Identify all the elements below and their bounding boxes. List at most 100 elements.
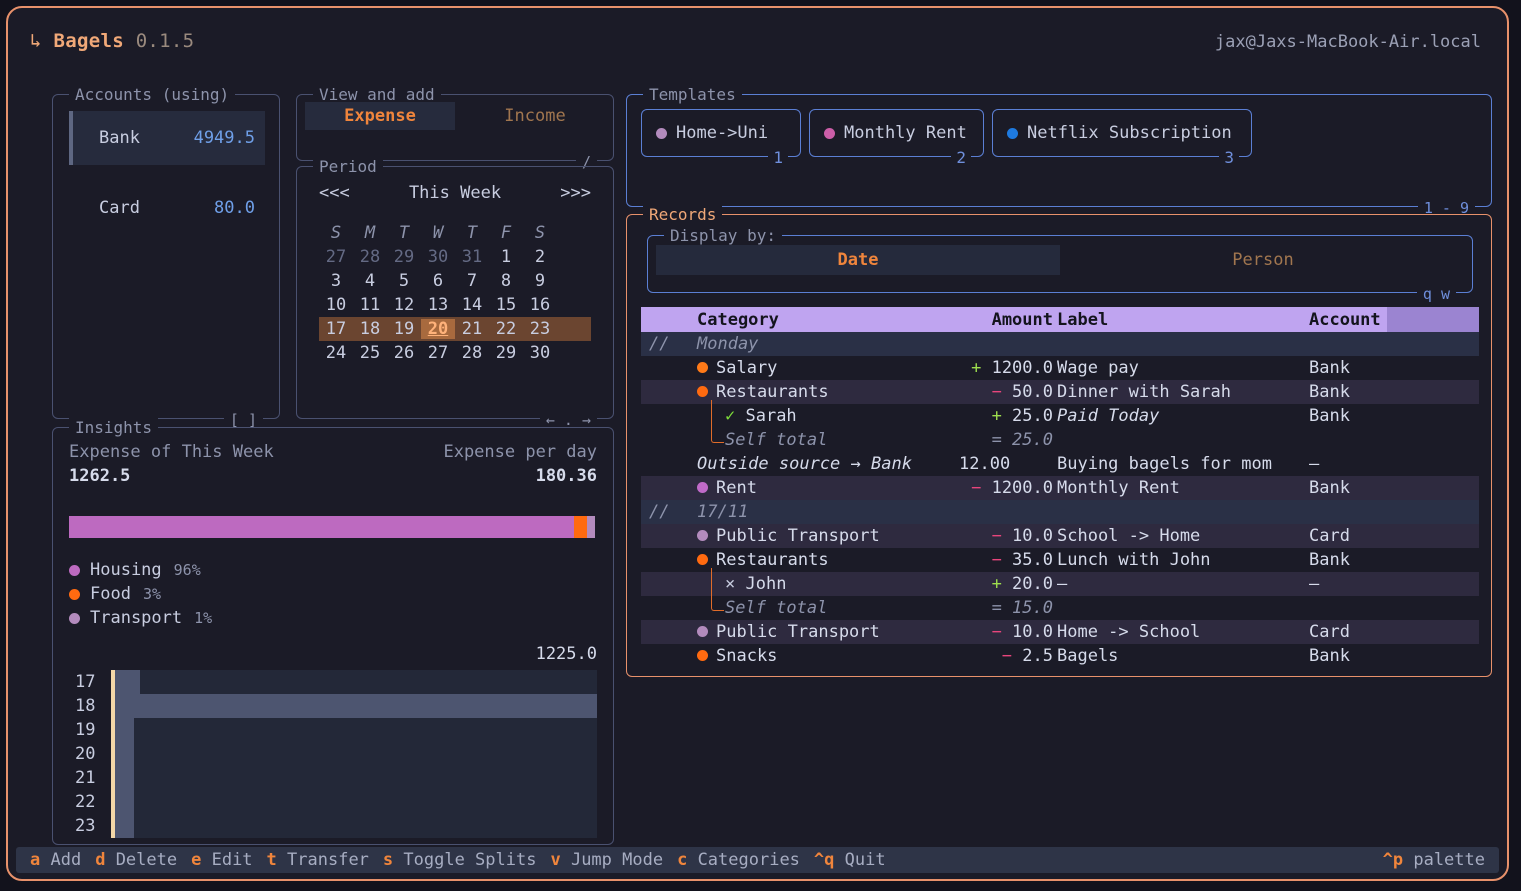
insights-bar-segment-housing	[69, 516, 574, 538]
period-prev-button[interactable]: <<<	[319, 183, 350, 203]
calendar-day-27[interactable]: 27	[319, 247, 353, 267]
amount-value: 35.0	[1012, 550, 1053, 570]
period-next-button[interactable]: >>>	[560, 183, 591, 203]
calendar-week-1[interactable]: 3456789	[319, 269, 591, 293]
calendar-day-28[interactable]: 28	[455, 343, 489, 363]
display-by-tab-person[interactable]: Person	[1060, 245, 1466, 275]
records-table-row[interactable]: Snacks− 2.5BagelsBank	[641, 644, 1479, 668]
records-table-row[interactable]: Public Transport− 10.0Home -> SchoolCard	[641, 620, 1479, 644]
footer-item-transfer[interactable]: t Transfer	[267, 850, 369, 870]
template-button-2[interactable]: Monthly Rent2	[809, 109, 984, 157]
footer-palette-label: palette	[1413, 850, 1485, 870]
calendar-day-3[interactable]: 3	[319, 271, 353, 291]
records-table-row[interactable]: Self total= 15.0	[641, 596, 1479, 620]
calendar[interactable]: SMTWTFS272829303112345678910111213141516…	[319, 221, 591, 365]
template-key-hint: 2	[951, 148, 971, 167]
day-separator-label: 17/11	[697, 502, 748, 522]
calendar-day-29[interactable]: 29	[489, 343, 523, 363]
records-table-row[interactable]: Restaurants− 50.0Dinner with SarahBank	[641, 380, 1479, 404]
chart-track	[115, 790, 597, 814]
amount-value: 25.0	[1012, 430, 1053, 450]
calendar-day-12[interactable]: 12	[387, 295, 421, 315]
chart-track	[115, 718, 597, 742]
template-label: Netflix Subscription	[1027, 123, 1232, 143]
template-button-1[interactable]: Home->Uni1	[641, 109, 801, 157]
records-table-row[interactable]: ✓ Sarah+ 25.0Paid TodayBank	[641, 404, 1479, 428]
calendar-day-17[interactable]: 17	[319, 319, 353, 339]
footer-palette[interactable]: ^p palette	[1383, 850, 1485, 870]
calendar-day-14[interactable]: 14	[455, 295, 489, 315]
calendar-day-16[interactable]: 16	[523, 295, 557, 315]
footer-item-edit[interactable]: e Edit	[191, 850, 252, 870]
calendar-day-24[interactable]: 24	[319, 343, 353, 363]
template-button-3[interactable]: Netflix Subscription3	[992, 109, 1252, 157]
display-by-tab-date[interactable]: Date	[656, 245, 1060, 275]
view-tab-expense[interactable]: Expense	[305, 102, 455, 130]
records-table-row[interactable]: Rent− 1200.0Monthly RentBank	[641, 476, 1479, 500]
category-dot-icon	[697, 362, 708, 373]
account-row-card[interactable]: Card80.0	[69, 181, 265, 235]
calendar-day-30[interactable]: 30	[421, 247, 455, 267]
calendar-day-18[interactable]: 18	[353, 319, 387, 339]
calendar-day-15[interactable]: 15	[489, 295, 523, 315]
calendar-day-6[interactable]: 6	[421, 271, 455, 291]
calendar-day-19[interactable]: 19	[387, 319, 421, 339]
day-separator-prefix: //	[649, 502, 669, 522]
calendar-day-31[interactable]: 31	[455, 247, 489, 267]
records-table-row[interactable]: Salary+ 1200.0Wage payBank	[641, 356, 1479, 380]
footer-item-toggle-splits[interactable]: s Toggle Splits	[383, 850, 537, 870]
calendar-day-7[interactable]: 7	[455, 271, 489, 291]
view-tab-income[interactable]: Income	[463, 102, 607, 130]
period-panel-title: Period	[313, 157, 383, 176]
insights-right-label: Expense per day	[443, 442, 597, 462]
calendar-day-5[interactable]: 5	[387, 271, 421, 291]
category-dot-icon	[697, 482, 708, 493]
category-name: Restaurants	[716, 382, 829, 402]
calendar-day-9[interactable]: 9	[523, 271, 557, 291]
records-table-row[interactable]: Public Transport− 10.0School -> HomeCard	[641, 524, 1479, 548]
calendar-day-1[interactable]: 1	[489, 247, 523, 267]
calendar-day-8[interactable]: 8	[489, 271, 523, 291]
calendar-day-29[interactable]: 29	[387, 247, 421, 267]
calendar-day-28[interactable]: 28	[353, 247, 387, 267]
footer-item-add[interactable]: a Add	[30, 850, 81, 870]
calendar-day-27[interactable]: 27	[421, 343, 455, 363]
chart-max-label: 1225.0	[536, 644, 597, 664]
chart-bar	[115, 814, 134, 838]
calendar-day-4[interactable]: 4	[353, 271, 387, 291]
legend-dot-icon	[69, 613, 80, 624]
calendar-day-20[interactable]: 20	[421, 319, 455, 339]
calendar-day-10[interactable]: 10	[319, 295, 353, 315]
account-row-bank[interactable]: Bank4949.5	[69, 111, 265, 165]
record-account: Bank	[1309, 358, 1350, 378]
calendar-day-23[interactable]: 23	[523, 319, 557, 339]
calendar-day-21[interactable]: 21	[455, 319, 489, 339]
account-name: Card	[99, 198, 140, 218]
calendar-week-4[interactable]: 24252627282930	[319, 341, 591, 365]
records-table-row[interactable]: Outside source → Bank12.00Buying bagels …	[641, 452, 1479, 476]
calendar-day-13[interactable]: 13	[421, 295, 455, 315]
accounts-panel: Accounts (using) Bank4949.5Card80.0 [ ]	[52, 94, 280, 419]
calendar-day-30[interactable]: 30	[523, 343, 557, 363]
calendar-day-22[interactable]: 22	[489, 319, 523, 339]
calendar-day-2[interactable]: 2	[523, 247, 557, 267]
records-table-row[interactable]: × John+ 20.0––	[641, 572, 1479, 596]
footer-item-categories[interactable]: c Categories	[677, 850, 800, 870]
calendar-week-2[interactable]: 10111213141516	[319, 293, 591, 317]
category-dot-icon	[697, 386, 708, 397]
app-version: 0.1.5	[136, 30, 195, 52]
calendar-day-26[interactable]: 26	[387, 343, 421, 363]
records-table-row[interactable]: Restaurants− 35.0Lunch with JohnBank	[641, 548, 1479, 572]
calendar-day-11[interactable]: 11	[353, 295, 387, 315]
chart-bar	[115, 766, 134, 790]
footer-item-delete[interactable]: d Delete	[95, 850, 177, 870]
records-table-row[interactable]: Self total= 25.0	[641, 428, 1479, 452]
calendar-week-0[interactable]: 272829303112	[319, 245, 591, 269]
footer-item-quit[interactable]: ^q Quit	[814, 850, 886, 870]
view-and-add-panel: View and add ExpenseIncome /	[296, 94, 614, 161]
record-label: –	[1057, 574, 1067, 594]
calendar-week-3[interactable]: 17181920212223	[319, 317, 591, 341]
split-connector-icon	[711, 400, 724, 443]
calendar-day-25[interactable]: 25	[353, 343, 387, 363]
footer-item-jump-mode[interactable]: v Jump Mode	[550, 850, 663, 870]
